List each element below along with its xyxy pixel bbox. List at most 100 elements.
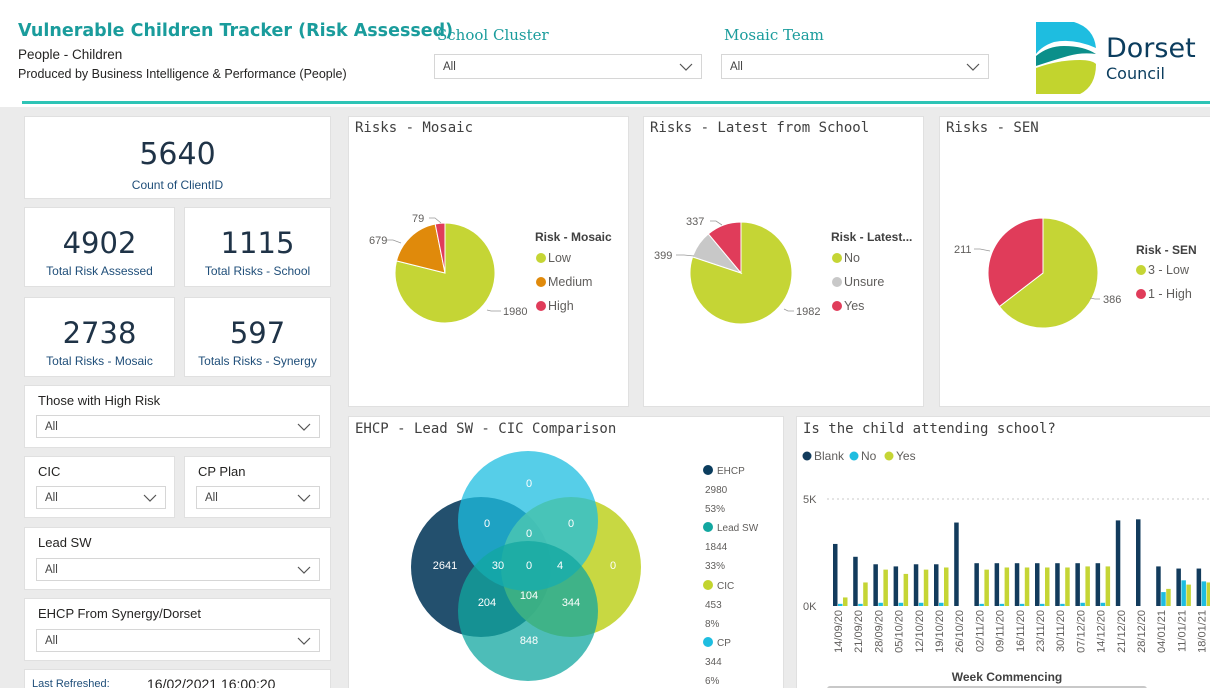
venn-value: 0 [484,518,490,530]
bar-blank [893,566,899,606]
bar-no [999,603,1005,606]
chevron-down-icon [297,423,311,431]
slicer-title: CIC [38,464,61,479]
kpi-totals-risks-synergy: 597 Totals Risks - Synergy [184,297,331,377]
venn-value: 30 [492,560,504,572]
bar-blank [1136,519,1141,606]
last-refreshed-value: 16/02/2021 16:00:20 [147,676,276,688]
high-risk-dropdown[interactable]: All [36,415,320,438]
ehcp-dropdown[interactable]: All [36,629,320,652]
bar-blank [873,564,878,606]
bar-blank [1156,566,1161,606]
bar-yes [1065,567,1070,606]
bar-no [878,602,883,606]
slicer-title: CP Plan [198,464,246,479]
chevron-down-icon [297,494,311,502]
kpi-value: 4902 [62,226,137,260]
y-tick-label: 5K [803,494,817,506]
bar-blank [1035,563,1040,606]
legend-marker-cic [703,580,713,590]
x-tick-label: 12/10/20 [914,610,926,653]
venn-value: 2641 [433,560,457,572]
kpi-value: 597 [229,316,286,350]
pie-label: 79 [412,213,424,225]
x-tick-label: 02/11/20 [974,610,986,652]
x-tick-label: 28/12/20 [1136,610,1148,653]
lead-sw-dropdown[interactable]: All [36,558,320,581]
x-tick-label: 05/10/20 [894,610,906,653]
logo-text-council: Council [1106,64,1165,83]
bar-yes [863,582,868,606]
bar-yes [1206,582,1210,606]
pie-label: 211 [954,244,972,256]
venn-value: 0 [568,518,574,530]
venn-legend-count: 2980 [705,485,728,496]
venn-value: 104 [520,590,538,602]
kpi-count-clientid: 5640 Count of ClientID [24,116,331,199]
cp-plan-dropdown[interactable]: All [196,486,320,509]
dropdown-value: All [45,563,58,576]
legend-marker-no [832,253,842,263]
bar-yes [1024,567,1030,606]
slicer-title: Lead SW [38,535,92,550]
legend-item: Unsure [844,275,884,289]
bar-yes [1045,567,1050,606]
legend-item: Yes [844,299,864,313]
venn-value: 4 [557,560,563,572]
chevron-down-icon [143,494,157,502]
mosaic-team-label: Mosaic Team [724,26,824,44]
bar-yes [1004,567,1010,606]
bar-blank [853,556,858,606]
last-refreshed-label: Last Refreshed: [32,678,110,688]
bar-no [838,603,843,606]
legend-marker-ehcp [703,465,713,475]
bar-blank [1075,563,1080,606]
legend-marker-low [1136,265,1146,275]
mosaic-team-value: All [730,60,743,73]
report-title: Vulnerable Children Tracker (Risk Assess… [18,21,454,41]
bar-blank [1095,563,1101,606]
venn-value: 344 [562,597,580,609]
pie-label: 679 [369,235,387,247]
bar-yes [1186,584,1191,606]
bar-no [979,603,984,606]
x-tick-label: 07/12/20 [1075,610,1087,653]
legend-item: No [861,449,877,463]
legend-marker-no [849,451,859,461]
slicer-title: EHCP From Synergy/Dorset [38,606,202,621]
venn-value: 204 [478,597,496,609]
legend-item: 1 - High [1148,287,1192,301]
pie-label: 1982 [796,306,820,318]
bar-blank [934,564,939,606]
legend-item: Medium [548,275,592,289]
header-divider [22,101,1210,104]
cic-dropdown[interactable]: All [36,486,166,509]
legend-title: Risk - Latest... [831,230,912,244]
pie-label: 1980 [503,306,527,318]
slicer-title: Those with High Risk [38,393,161,408]
x-tick-label: 23/11/20 [1035,610,1047,652]
slicer-cic: CIC All [24,456,175,518]
school-cluster-dropdown[interactable]: All [434,54,702,79]
x-tick-label: 21/09/20 [853,610,865,653]
venn-value: 0 [526,528,532,540]
mosaic-team-dropdown[interactable]: All [721,54,989,79]
pie-chart-mosaic: 1980 679 79 Risk - Mosaic Low Medium Hig… [369,213,612,324]
x-tick-label: 09/11/20 [995,610,1007,652]
venn-value: 848 [520,635,538,647]
slicer-lead-sw: Lead SW All [24,527,331,590]
bar-no [1181,580,1186,606]
legend-marker-yes [884,451,894,461]
pie-risks-mosaic: Risks - Mosaic 1980 679 79 Risk - Mosaic… [348,116,629,407]
slicer-ehcp: EHCP From Synergy/Dorset All [24,598,331,661]
legend-marker-blank [802,451,812,461]
bar-yes [944,567,949,606]
x-tick-label: 11/01/21 [1176,610,1188,652]
dropdown-value: All [45,634,58,647]
kpi-label: Count of ClientID [131,178,224,192]
kpi-value: 1115 [220,226,295,260]
legend-item: 3 - Low [1148,263,1190,277]
school-cluster-value: All [443,60,456,73]
chevron-down-icon [297,566,311,574]
pie-label: 399 [654,250,672,262]
